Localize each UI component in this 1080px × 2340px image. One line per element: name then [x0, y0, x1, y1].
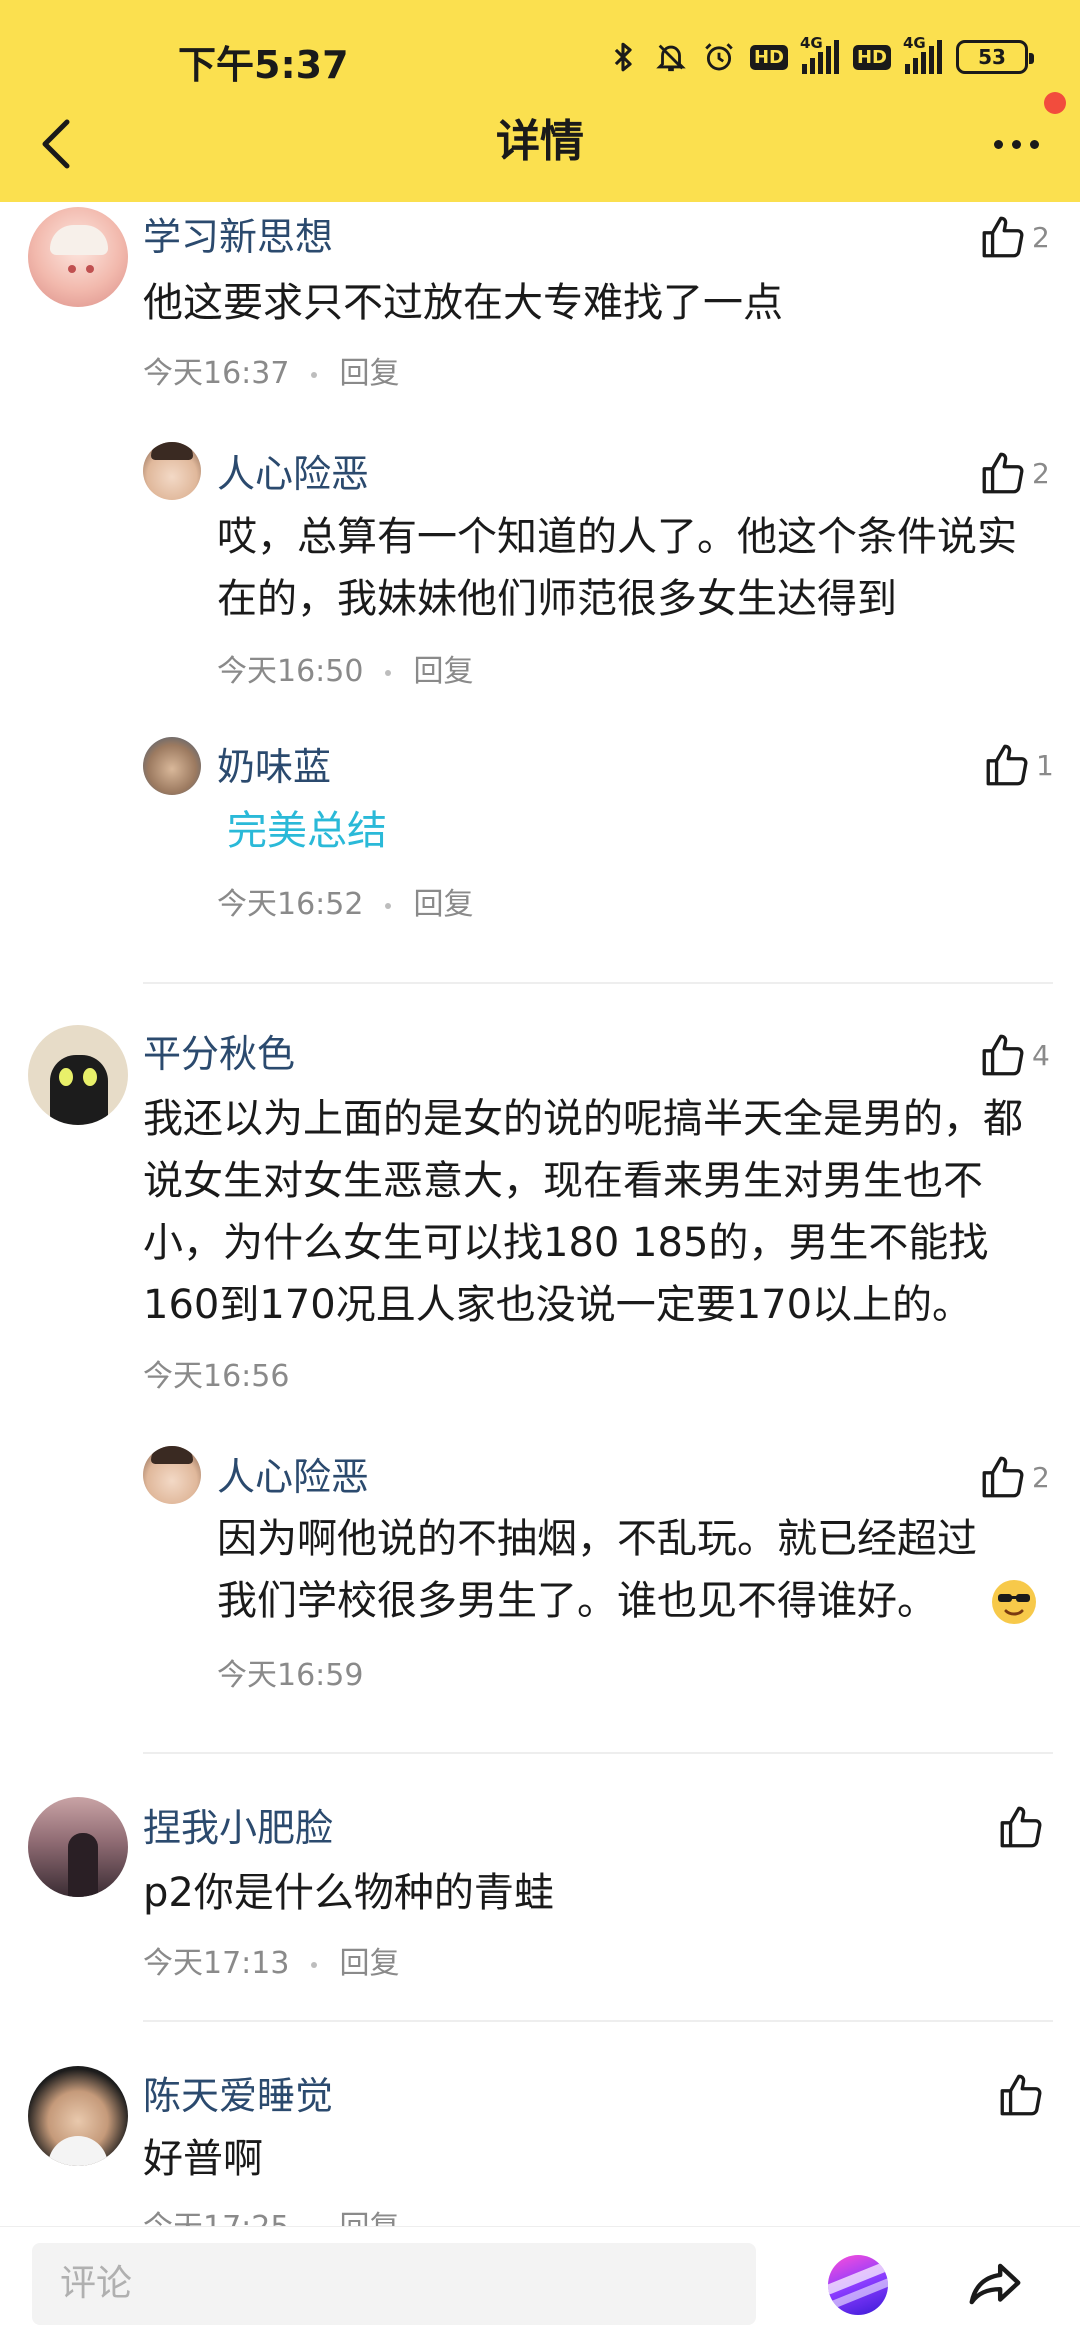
thumbs-up-icon: [1000, 2074, 1042, 2116]
signal-icon: 4G: [800, 34, 839, 74]
like-count: 1: [1036, 748, 1054, 782]
status-icons: HD 4G HD 4G 53: [606, 34, 1034, 80]
reply-button[interactable]: 回复: [339, 1946, 399, 1981]
comment-text: 我还以为上面的是女的说的呢搞半天全是男的，都说女生对女生恶意大，现在看来男生对男…: [143, 1096, 1023, 1328]
divider: [143, 982, 1053, 984]
comment-meta: 今天16:52 回复: [217, 885, 473, 925]
like-count: 4: [1032, 1038, 1050, 1072]
like-button[interactable]: 2: [978, 212, 1050, 262]
username[interactable]: 陈天爱睡觉: [143, 2072, 333, 2120]
signal-icon: 4G: [903, 34, 942, 74]
comment-meta: 今天17:13 回复: [143, 1944, 399, 1984]
hd-badge: HD: [749, 44, 788, 70]
username[interactable]: 人心险恶: [217, 450, 369, 498]
share-icon[interactable]: [962, 2253, 1028, 2315]
thumbs-up-icon: [982, 452, 1024, 494]
status-bar: 下午5:37 HD 4G HD 4G 53: [0, 0, 1080, 112]
like-button[interactable]: [996, 2070, 1046, 2120]
comment-time: 今天16:52: [217, 887, 364, 922]
avatar[interactable]: [143, 1446, 201, 1504]
more-dot-icon: [993, 139, 1003, 149]
like-button[interactable]: 2: [978, 448, 1050, 498]
more-dot-icon: [1011, 139, 1021, 149]
comment-meta: 今天16:37 回复: [143, 354, 399, 394]
username[interactable]: 人心险恶: [217, 1453, 369, 1501]
username[interactable]: 学习新思想: [143, 213, 333, 261]
cool-emoji-icon: [992, 1580, 1036, 1624]
comment-input[interactable]: 评论: [32, 2243, 756, 2325]
divider: [143, 2020, 1053, 2022]
like-button[interactable]: 4: [978, 1030, 1050, 1080]
like-count: 2: [1032, 220, 1050, 254]
planet-orb-icon[interactable]: [828, 2255, 888, 2315]
comment-text: 哎，总算有一个知道的人了。他这个条件说实在的，我妹妹他们师范很多女生达得到: [217, 514, 1017, 622]
comment-time: 今天16:37: [143, 356, 290, 391]
reply-button[interactable]: 回复: [413, 654, 473, 689]
comment-meta: 今天16:50 回复: [217, 652, 473, 692]
bluetooth-icon: [614, 42, 632, 72]
comment-meta: 今天16:56: [143, 1357, 289, 1397]
comment-time: 今天16:56: [143, 1359, 290, 1394]
nav-bar: 详情: [0, 100, 1080, 200]
status-time: 下午5:37: [178, 43, 349, 87]
bottom-bar: 评论: [0, 2226, 1080, 2340]
avatar[interactable]: [28, 1025, 128, 1125]
username[interactable]: 捏我小肥脸: [143, 1804, 333, 1852]
reply-button[interactable]: 回复: [413, 887, 473, 922]
avatar[interactable]: [143, 442, 201, 500]
more-dot-icon: [1029, 139, 1039, 149]
avatar[interactable]: [143, 737, 201, 795]
thumbs-up-icon: [982, 1034, 1024, 1076]
comment-time: 今天16:59: [217, 1658, 364, 1693]
comment-meta: 今天16:59: [217, 1656, 363, 1696]
avatar[interactable]: [28, 2066, 128, 2166]
comment-text: 因为啊他说的不抽烟，不乱玩。就已经超过我们学校很多男生了。谁也见不得谁好。: [217, 1516, 977, 1624]
reply-button[interactable]: 回复: [339, 356, 399, 391]
like-button[interactable]: 2: [978, 1452, 1050, 1502]
comment-text: 他这要求只不过放在大专难找了一点: [143, 280, 783, 326]
comment-time: 今天17:13: [143, 1946, 290, 1981]
avatar[interactable]: [28, 1797, 128, 1897]
username[interactable]: 平分秋色: [143, 1030, 295, 1078]
thumbs-up-icon: [982, 216, 1024, 258]
more-button[interactable]: [980, 108, 1052, 180]
mute-bell-icon: [656, 44, 686, 72]
thumbs-up-icon: [1000, 1806, 1042, 1848]
username[interactable]: 奶味蓝: [217, 743, 331, 791]
like-button[interactable]: 1: [982, 740, 1054, 790]
comment-text: p2你是什么物种的青蛙: [143, 1870, 554, 1916]
like-count: 2: [1032, 1460, 1050, 1494]
battery-icon: 53: [956, 40, 1034, 74]
comment-text: 好普啊: [143, 2136, 263, 2182]
divider: [143, 1752, 1053, 1754]
comment-text: 完美总结: [227, 808, 387, 854]
like-count: 2: [1032, 456, 1050, 490]
top-bar: 下午5:37 HD 4G HD 4G 53 详情: [0, 0, 1080, 202]
page-title: 详情: [496, 116, 584, 167]
comment-time: 今天16:50: [217, 654, 364, 689]
thumbs-up-icon: [982, 1456, 1024, 1498]
alarm-icon: [705, 43, 733, 71]
avatar[interactable]: [28, 207, 128, 307]
notification-dot: [1044, 92, 1066, 114]
thumbs-up-icon: [986, 744, 1028, 786]
hd-badge: HD: [852, 44, 891, 70]
like-button[interactable]: [996, 1802, 1046, 1852]
